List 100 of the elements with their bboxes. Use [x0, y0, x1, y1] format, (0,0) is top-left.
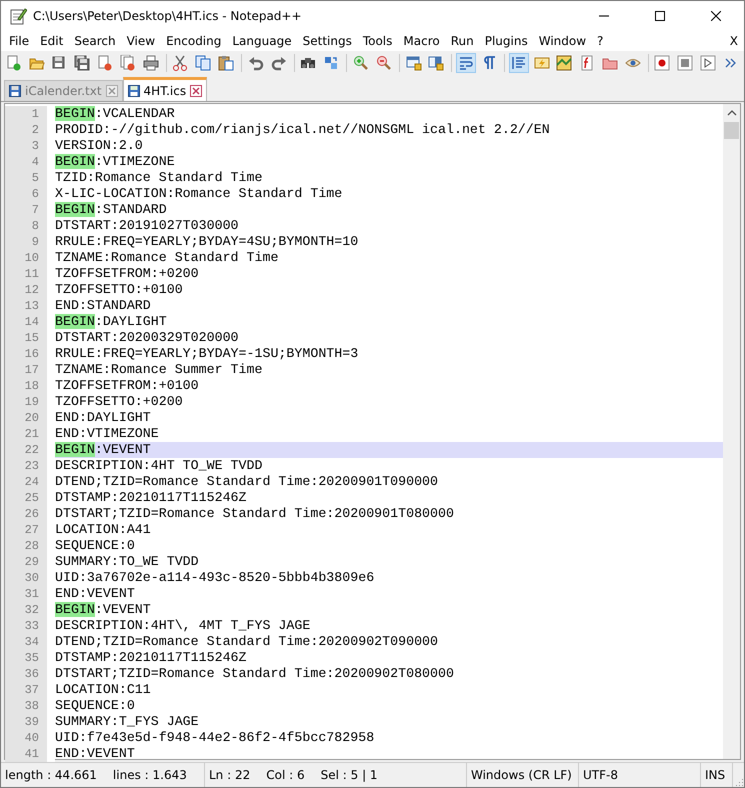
- paste-icon: [218, 55, 234, 71]
- status-text: lines : 1.643: [112, 768, 187, 782]
- code-line: DTSTART:20200329T020000: [55, 330, 240, 346]
- line-number: 36: [5, 666, 47, 682]
- indent-guide-icon: [510, 55, 527, 71]
- menu-item[interactable]: Tools: [358, 34, 396, 48]
- code-line: X-LIC-LOCATION:Romance Standard Time: [55, 186, 344, 202]
- menu-item[interactable]: Macro: [399, 34, 444, 48]
- code-line: DESCRIPTION:4HT TO_WE TVDD: [55, 458, 264, 474]
- status-text: Sel : 5 | 1: [320, 768, 378, 782]
- menu-item[interactable]: Search: [70, 34, 120, 48]
- toolbar-button[interactable]: [698, 53, 718, 73]
- menu-item[interactable]: Window: [534, 34, 590, 48]
- toolbar-button[interactable]: [140, 53, 161, 73]
- save-icon: [51, 55, 68, 71]
- code-line: BEGIN:STANDARD: [55, 202, 168, 218]
- code-line: SEQUENCE:0: [55, 698, 136, 714]
- line-number: 23: [5, 458, 47, 474]
- menu-item[interactable]: Language: [228, 34, 296, 48]
- line-number: 11: [5, 266, 47, 282]
- vertical-scrollbar[interactable]: [723, 104, 740, 759]
- line-number: 22: [5, 442, 47, 458]
- menu-item[interactable]: Encoding: [162, 34, 226, 48]
- zoom-in-icon: [352, 55, 369, 71]
- line-number: 1: [5, 106, 47, 122]
- menu-item[interactable]: Edit: [36, 34, 68, 48]
- code-line: SUMMARY:TO_WE TVDD: [55, 554, 200, 570]
- line-number: 28: [5, 538, 47, 554]
- line-number: 24: [5, 474, 47, 490]
- close-document-button[interactable]: X: [726, 34, 742, 48]
- line-number: 19: [5, 394, 47, 410]
- toolbar-button[interactable]: [72, 53, 92, 73]
- menu-item[interactable]: ?: [593, 34, 608, 48]
- line-number: 26: [5, 506, 47, 522]
- line-number: 25: [5, 490, 47, 506]
- line-number: 7: [5, 202, 47, 218]
- toolbar-button[interactable]: [652, 53, 672, 73]
- printer-icon: [142, 55, 159, 71]
- code-line: DTEND;TZID=Romance Standard Time:20200902T090000: [55, 634, 440, 650]
- code-line: UID:f7e43e5d-f948-44e2-86f2-4f5bcc782958: [55, 730, 376, 746]
- status-text: length : 44.661: [5, 768, 97, 782]
- notepad-icon: [9, 7, 27, 25]
- line-number: 30: [5, 570, 47, 586]
- menu-item[interactable]: View: [122, 34, 160, 48]
- status-text: Col : 6: [266, 768, 305, 782]
- save-icon: [128, 84, 140, 96]
- menu-item[interactable]: Run: [446, 34, 478, 48]
- file-tab[interactable]: 4HT.ics: [122, 77, 208, 101]
- menu-item[interactable]: Plugins: [480, 34, 532, 48]
- line-number: 31: [5, 586, 47, 602]
- status-text: UTF-8: [583, 768, 618, 782]
- zoom-out-icon: [376, 55, 392, 71]
- line-number: 15: [5, 330, 47, 346]
- play-icon: [700, 55, 716, 71]
- code-line: DTEND;TZID=Romance Standard Time:20200901T090000: [55, 474, 440, 490]
- code-line: BEGIN:DAYLIGHT: [55, 314, 168, 330]
- line-number: 9: [5, 234, 47, 250]
- code-line: VERSION:2.0: [55, 138, 144, 154]
- code-line: TZOFFSETFROM:+0100: [55, 378, 200, 394]
- toolbar-button[interactable]: [554, 53, 574, 73]
- line-number: 13: [5, 298, 47, 314]
- code-line: TZOFFSETTO:+0200: [55, 394, 184, 410]
- close-all-icon: [120, 55, 136, 71]
- stop-icon: [677, 55, 694, 71]
- window-title: C:\Users\Peter\Desktop\4HT.ics - Notepad++: [33, 9, 302, 23]
- code-line: TZOFFSETFROM:+0200: [55, 266, 200, 282]
- line-number: 33: [5, 618, 47, 634]
- function-list-icon: [579, 55, 596, 71]
- redo-icon: [270, 55, 287, 71]
- code-line: TZNAME:Romance Summer Time: [55, 362, 264, 378]
- line-number: 4: [5, 154, 47, 170]
- scroll-up-icon[interactable]: [726, 110, 736, 116]
- toolbar-button[interactable]: [456, 53, 476, 73]
- code-line: SEQUENCE:0: [55, 538, 136, 554]
- scroll-thumb[interactable]: [724, 122, 739, 139]
- code-line: END:VEVENT: [55, 746, 136, 762]
- line-number: 38: [5, 698, 47, 714]
- menu-item[interactable]: File: [5, 34, 34, 48]
- line-number: 8: [5, 218, 47, 234]
- code-line: END:DAYLIGHT: [55, 410, 152, 426]
- code-line: TZNAME:Romance Standard Time: [55, 250, 280, 266]
- code-line: BEGIN:VEVENT: [55, 602, 152, 618]
- line-number: 16: [5, 346, 47, 362]
- code-line: SUMMARY:T_FYS JAGE: [55, 714, 200, 730]
- line-number: 39: [5, 714, 47, 730]
- toolbar-button[interactable]: [508, 53, 529, 73]
- line-number: 10: [5, 250, 47, 266]
- new-file-icon: [6, 55, 22, 71]
- resize-grip-icon[interactable]: [734, 777, 744, 787]
- code-line: DTSTAMP:20210117T115246Z: [55, 490, 248, 506]
- line-number: 18: [5, 378, 47, 394]
- record-icon: [654, 55, 670, 71]
- menu-item[interactable]: Settings: [298, 34, 356, 48]
- line-number: 35: [5, 650, 47, 666]
- copy-icon: [195, 55, 212, 71]
- line-number: 5: [5, 170, 47, 186]
- line-number: 29: [5, 554, 47, 570]
- toolbar-button[interactable]: [216, 53, 236, 73]
- code-line: LOCATION:A41: [55, 522, 152, 538]
- line-number: 27: [5, 522, 47, 538]
